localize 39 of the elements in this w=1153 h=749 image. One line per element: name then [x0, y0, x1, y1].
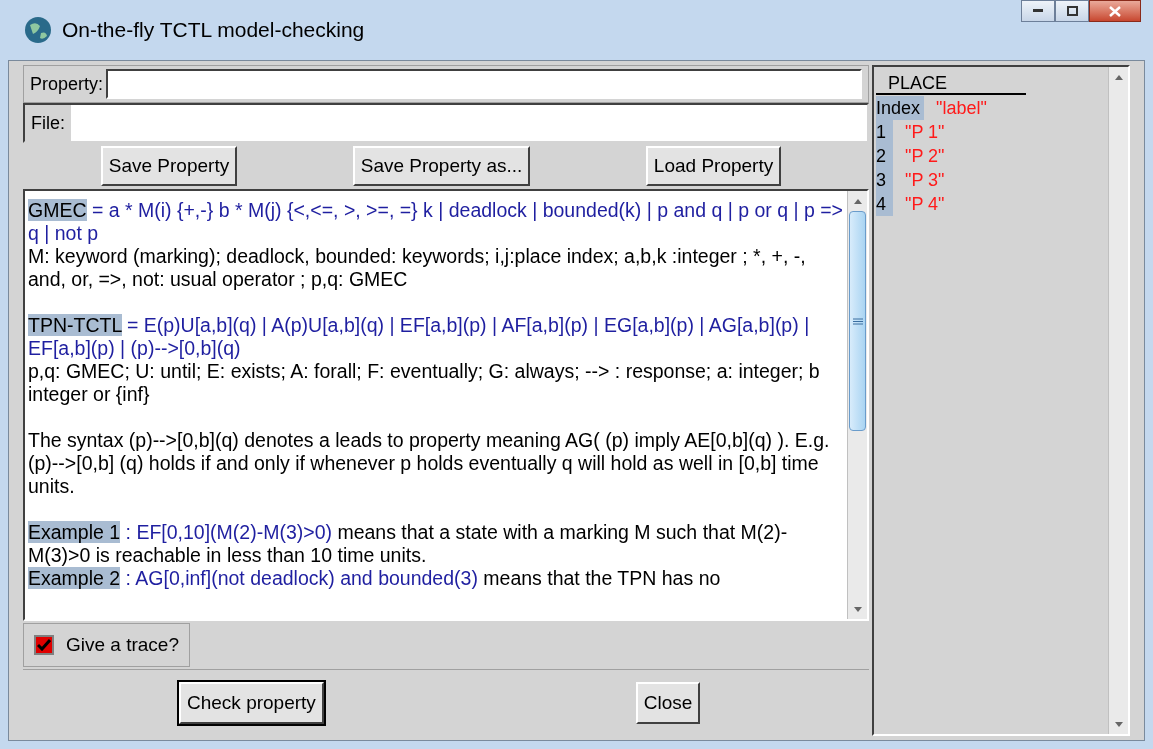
action-button[interactable]: Check property	[179, 682, 324, 724]
grip-icon	[852, 317, 863, 325]
table-cell-text: "P 3"	[904, 169, 945, 192]
minimize-button[interactable]	[1021, 0, 1055, 22]
help-paragraph: Example 1 : EF[0,10](M(2)-M(3)>0) means that a state with a marking M such that M(2)-M(3)>0 is reachable in less than 10 time units.	[28, 521, 789, 567]
minimize-icon	[1033, 9, 1043, 13]
table-cell: 3	[876, 168, 893, 192]
maximize-button[interactable]	[1055, 0, 1089, 22]
table-cell: 1	[876, 120, 893, 144]
scrollbar[interactable]	[1108, 67, 1128, 734]
close-icon	[1109, 5, 1121, 17]
column-header: Index	[876, 96, 925, 120]
table-cell-text: "P 2"	[904, 145, 945, 168]
scrollbar[interactable]	[847, 191, 867, 619]
help-paragraph: p,q: GMEC; U: until; E: exists; A: forall; F: eventually; G: always; --> : response; a: integer; b integer or {inf}	[28, 360, 821, 406]
help-paragraph: GMEC = a * M(i) {+,-} b * M(j) {<,<=, >, >=, =} k | deadlock | bounded(k) | p and q | p or q | p => q | not p	[28, 199, 844, 245]
help-paragraph: M: keyword (marking); deadlock, bounded: keywords; i,j:place index; a,b,k :integer ; *, +, -, and, or, =>, not: usual operator ; p,q: GMEC	[28, 245, 807, 291]
toolbar-button[interactable]: Save Property as...	[352, 146, 531, 186]
globe-icon	[24, 16, 52, 44]
trace-checkbox[interactable]: Give a trace?	[23, 623, 190, 667]
table-cell: 2	[876, 144, 893, 168]
close-button[interactable]	[1089, 0, 1141, 22]
maximize-icon	[1066, 6, 1078, 16]
help-paragraph: TPN-TCTL = E(p)U[a,b](q) | A(p)U[a,b](q) | EF[a,b](p) | AF[a,b](p) | EG[a,b](p) | AG[a,b](p) | EF[a,b](p) | (p)-->[0,b](q)	[28, 314, 811, 360]
column-header: "label"	[935, 97, 987, 120]
help-paragraph: Example 2 : AG[0,inf](not deadlock) and bounded(3) means that the TPN has no	[28, 567, 722, 590]
table-cell-text: "P 4"	[904, 193, 945, 216]
scroll-thumb[interactable]	[849, 211, 866, 431]
help-paragraph: The syntax (p)-->[0,b](q) denotes a leads to property meaning AG( (p) imply AE[0,b](q) ). E.g. (p)-->[0,b] (q) holds if and only if whenever p holds eventually q will hold as well in [0,b] time units.	[28, 429, 831, 498]
checkbox[interactable]	[34, 635, 54, 655]
toolbar-button[interactable]: Save Property	[100, 146, 238, 186]
checkmark-icon	[37, 639, 51, 651]
toolbar-button[interactable]: Load Property	[645, 146, 782, 186]
window-title: On-the-fly TCTL model-checking	[62, 17, 365, 44]
property-label: Property:	[30, 72, 104, 96]
property-field[interactable]	[106, 69, 862, 99]
table-cell-text: "P 1"	[904, 121, 945, 144]
table-cell: 4	[876, 192, 893, 216]
action-button[interactable]: Close	[635, 682, 701, 724]
